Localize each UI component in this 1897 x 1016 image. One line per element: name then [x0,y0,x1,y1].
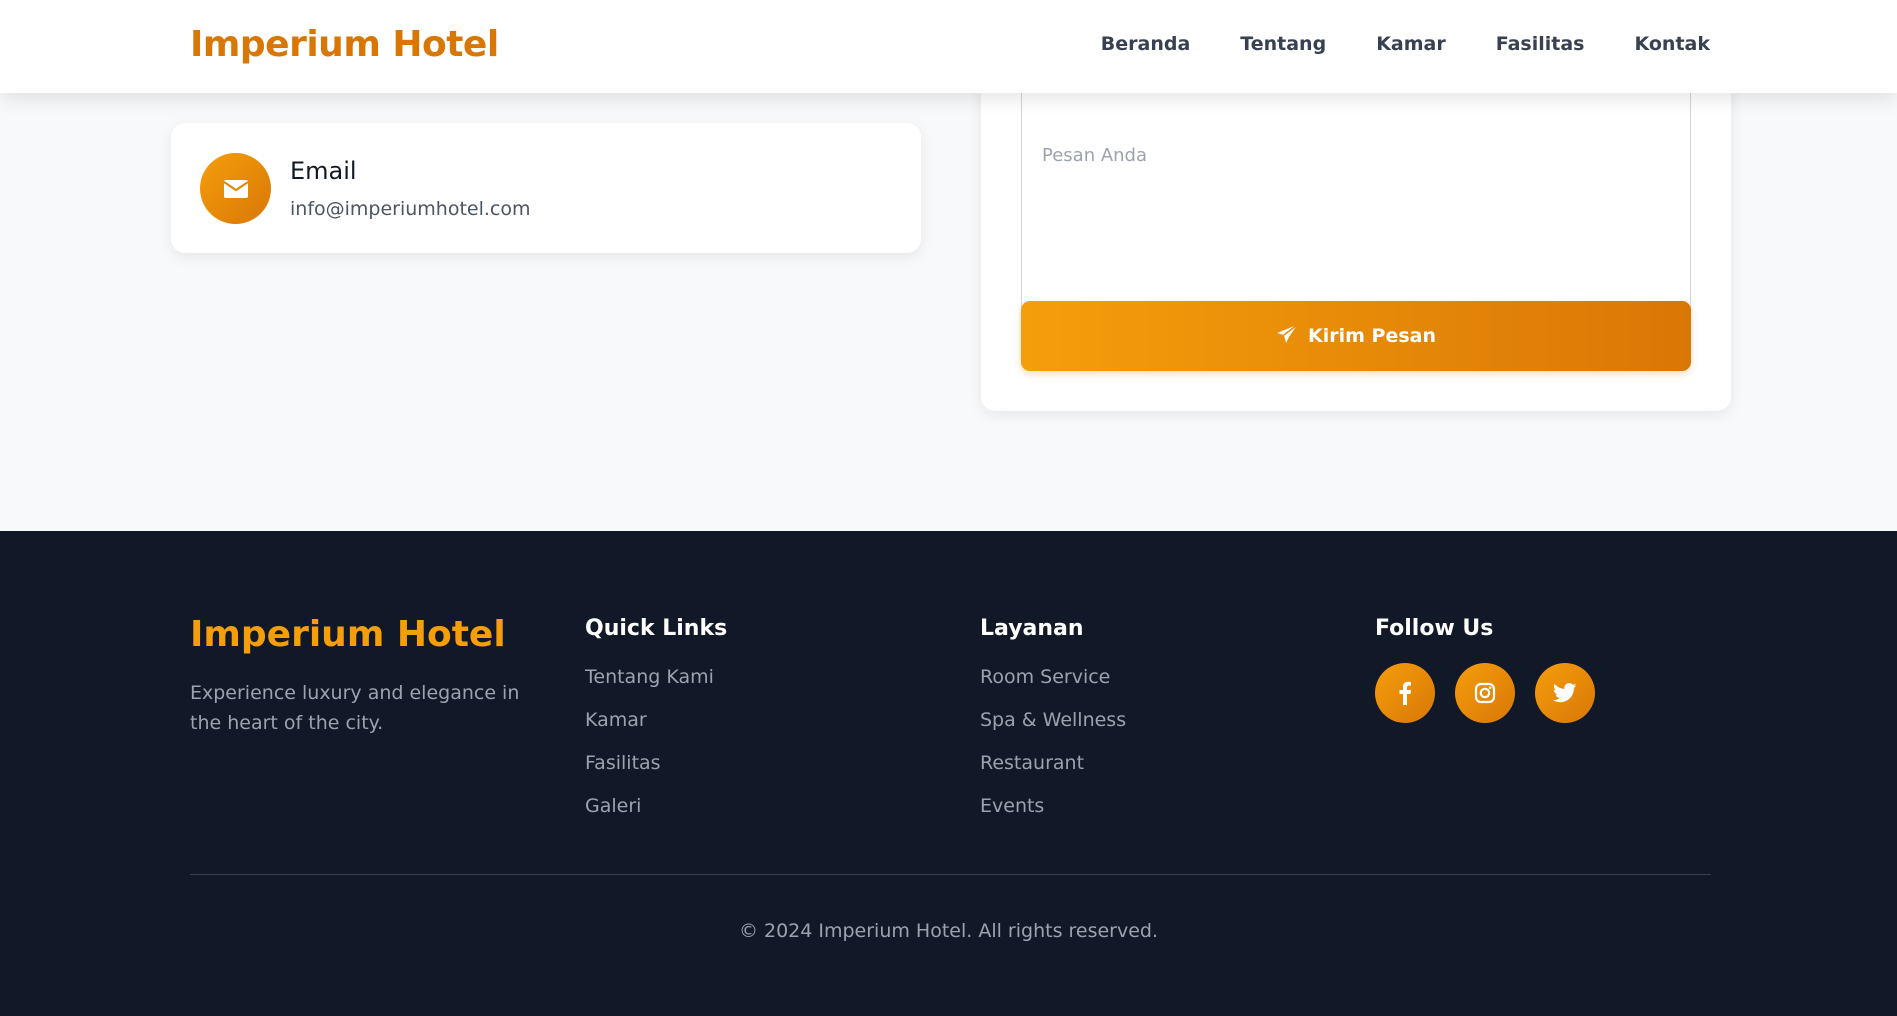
follow-us-column: Follow Us [1375,613,1595,723]
footer-link-events[interactable]: Events [980,792,1126,820]
nav-beranda[interactable]: Beranda [1101,30,1191,58]
footer-link-fasilitas[interactable]: Fasilitas [585,749,727,777]
site-footer: Imperium Hotel Experience luxury and ele… [0,531,1897,1016]
nav-tentang[interactable]: Tentang [1240,30,1326,58]
copyright-text: © 2024 Imperium Hotel. All rights reserv… [738,920,1159,942]
footer-link-galeri[interactable]: Galeri [585,792,727,820]
envelope-icon [200,153,271,224]
quick-links-column: Quick Links Tentang Kami Kamar Fasilitas… [585,613,727,835]
nav-kontak[interactable]: Kontak [1634,30,1710,58]
follow-us-title: Follow Us [1375,616,1494,641]
contact-form-card: Kirim Pesan [981,40,1731,411]
instagram-icon[interactable] [1455,663,1515,723]
quick-links-title: Quick Links [585,616,728,641]
nav-fasilitas[interactable]: Fasilitas [1496,30,1585,58]
email-info-card: Email info@imperiumhotel.com [171,123,921,253]
message-textarea[interactable] [1021,80,1691,314]
facebook-icon[interactable] [1375,663,1435,723]
site-header: Imperium Hotel Beranda Tentang Kamar Fas… [0,0,1897,93]
footer-link-restaurant[interactable]: Restaurant [980,749,1126,777]
main-nav: Beranda Tentang Kamar Fasilitas Kontak [1101,30,1710,58]
footer-brand: Imperium Hotel [190,614,506,655]
social-links [1375,663,1595,723]
services-title: Layanan [980,616,1084,641]
twitter-icon[interactable] [1535,663,1595,723]
footer-link-kamar[interactable]: Kamar [585,706,727,734]
footer-divider [190,874,1711,875]
send-button-label: Kirim Pesan [1308,325,1436,347]
footer-link-tentang-kami[interactable]: Tentang Kami [585,663,727,691]
brand-logo[interactable]: Imperium Hotel [190,22,499,68]
email-address: info@imperiumhotel.com [290,198,531,220]
send-message-button[interactable]: Kirim Pesan [1021,301,1691,371]
nav-kamar[interactable]: Kamar [1376,30,1446,58]
footer-link-room-service[interactable]: Room Service [980,663,1126,691]
paper-plane-icon [1276,323,1298,349]
email-title: Email [290,157,357,185]
footer-description: Experience luxury and elegance in the he… [190,682,520,734]
footer-link-spa-wellness[interactable]: Spa & Wellness [980,706,1126,734]
services-column: Layanan Room Service Spa & Wellness Rest… [980,613,1126,835]
